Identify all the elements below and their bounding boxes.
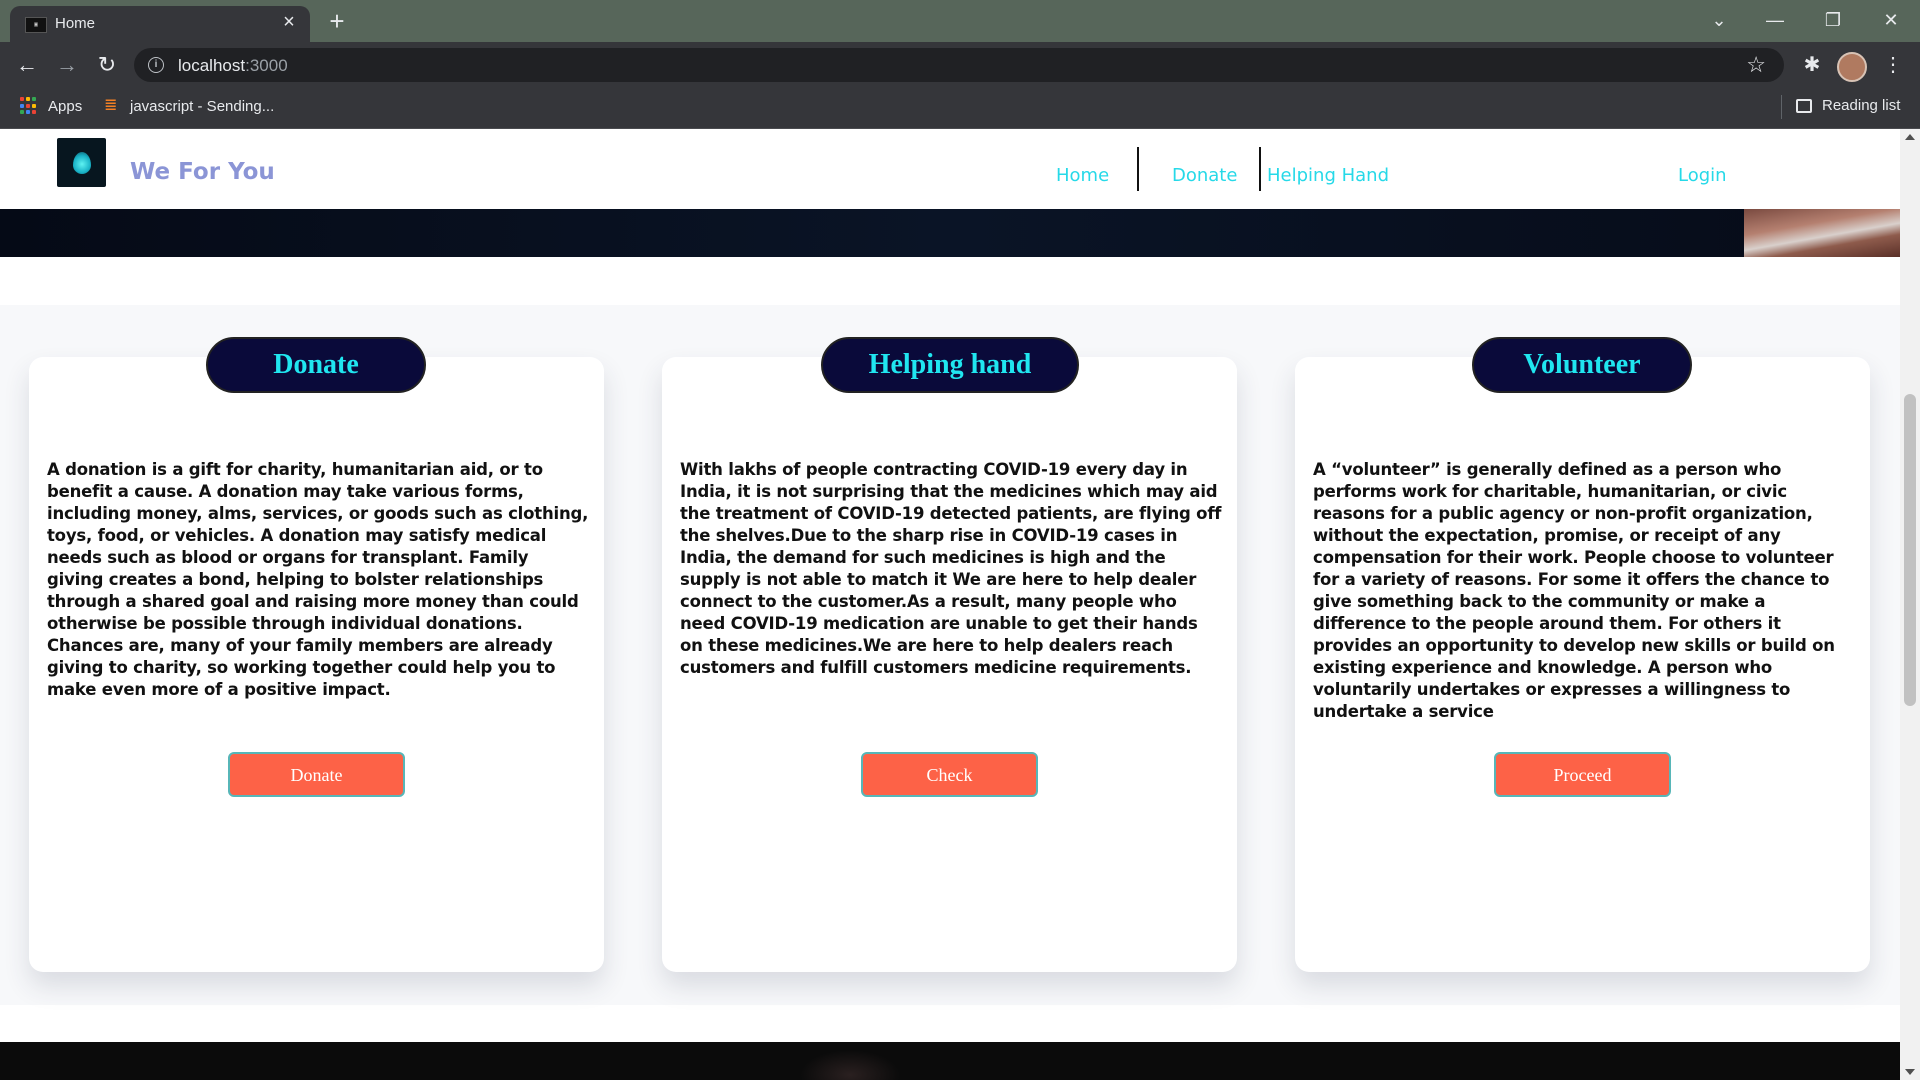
logo-drop-icon [73, 152, 91, 174]
donate-button[interactable]: Donate [228, 752, 405, 797]
browser-titlebar: ▣ Home × + ⌄ — ❐ ✕ [0, 0, 1920, 42]
browser-tab-home[interactable]: ▣ Home × [10, 6, 310, 42]
address-text[interactable]: localhost:3000 [178, 56, 288, 76]
address-bar[interactable]: i localhost:3000 ☆ [134, 48, 1784, 82]
check-button[interactable]: Check [861, 752, 1038, 797]
services-section: Donate A donation is a gift for charity,… [0, 305, 1900, 1005]
minimize-icon[interactable]: — [1760, 6, 1790, 34]
nav-divider [1259, 147, 1261, 191]
reading-list-icon [1796, 98, 1812, 113]
card-description: A “volunteer” is generally defined as a … [1313, 460, 1835, 721]
tab-close-icon[interactable]: × [278, 11, 300, 33]
tab-title: Home [55, 15, 96, 32]
page-scrollbar[interactable] [1900, 129, 1920, 1080]
reload-icon[interactable]: ↻ [92, 50, 122, 80]
nav-divider [1137, 147, 1139, 191]
scroll-down-icon[interactable] [1905, 1069, 1915, 1075]
arrow-left-icon[interactable]: ← [12, 50, 42, 80]
hero-photo [1744, 209, 1900, 257]
card-title: Donate [206, 337, 426, 393]
avatar[interactable] [1837, 52, 1867, 82]
url-host: localhost [178, 56, 246, 75]
nav-link-home[interactable]: Home [1056, 165, 1109, 186]
kebab-menu-icon[interactable]: ⋮ [1878, 50, 1908, 80]
card-volunteer: Volunteer A “volunteer” is generally def… [1295, 337, 1870, 972]
close-window-icon[interactable]: ✕ [1876, 6, 1906, 34]
card-title: Helping hand [821, 337, 1079, 393]
hero-banner [0, 209, 1900, 257]
url-port: :3000 [245, 56, 288, 75]
apps-grid-icon [20, 97, 38, 115]
card-description: With lakhs of people contracting COVID-1… [680, 460, 1222, 677]
proceed-button[interactable]: Proceed [1494, 752, 1671, 797]
nav-link-helping-hand[interactable]: Helping Hand [1267, 165, 1389, 186]
footer-banner [0, 1042, 1900, 1080]
page-viewport: We For You Home Donate Helping Hand Logi… [0, 129, 1900, 1080]
reading-list-button[interactable]: Reading list [1796, 97, 1900, 114]
restore-icon[interactable]: ❐ [1818, 6, 1848, 34]
bookmark-javascript[interactable]: ≣ javascript - Sending... [104, 97, 274, 115]
nav-link-login[interactable]: Login [1678, 165, 1727, 186]
info-icon[interactable]: i [148, 57, 164, 73]
star-icon[interactable]: ☆ [1746, 52, 1766, 78]
reading-list-label: Reading list [1822, 97, 1901, 114]
scroll-up-icon[interactable] [1905, 134, 1915, 140]
bookmark-label: Apps [48, 97, 83, 115]
footer-photo [800, 1050, 900, 1080]
scroll-thumb[interactable] [1904, 394, 1916, 706]
site-brand[interactable]: We For You [130, 159, 275, 185]
site-logo[interactable] [57, 138, 106, 187]
card-helping-hand: Helping hand With lakhs of people contra… [662, 337, 1237, 972]
puzzle-icon[interactable]: ✱ [1797, 50, 1827, 80]
bookmark-label: javascript - Sending... [130, 97, 275, 115]
arrow-right-icon[interactable]: → [52, 50, 82, 80]
bookmarks-divider [1781, 95, 1782, 119]
card-description: A donation is a gift for charity, humani… [47, 460, 589, 699]
card-donate: Donate A donation is a gift for charity,… [29, 337, 604, 972]
browser-toolbar: ← → ↻ i localhost:3000 ☆ ✱ ⋮ [0, 42, 1920, 87]
nav-link-donate[interactable]: Donate [1172, 165, 1237, 186]
bookmarks-bar: Apps ≣ javascript - Sending... Reading l… [0, 87, 1920, 129]
tab-search-chevron-icon[interactable]: ⌄ [1704, 6, 1734, 34]
tab-favicon-icon: ▣ [25, 17, 47, 33]
bookmark-apps[interactable]: Apps [20, 97, 82, 115]
site-navbar: We For You Home Donate Helping Hand Logi… [0, 129, 1900, 209]
card-title: Volunteer [1472, 337, 1692, 393]
stackoverflow-icon: ≣ [104, 97, 118, 114]
new-tab-icon[interactable]: + [325, 8, 349, 34]
